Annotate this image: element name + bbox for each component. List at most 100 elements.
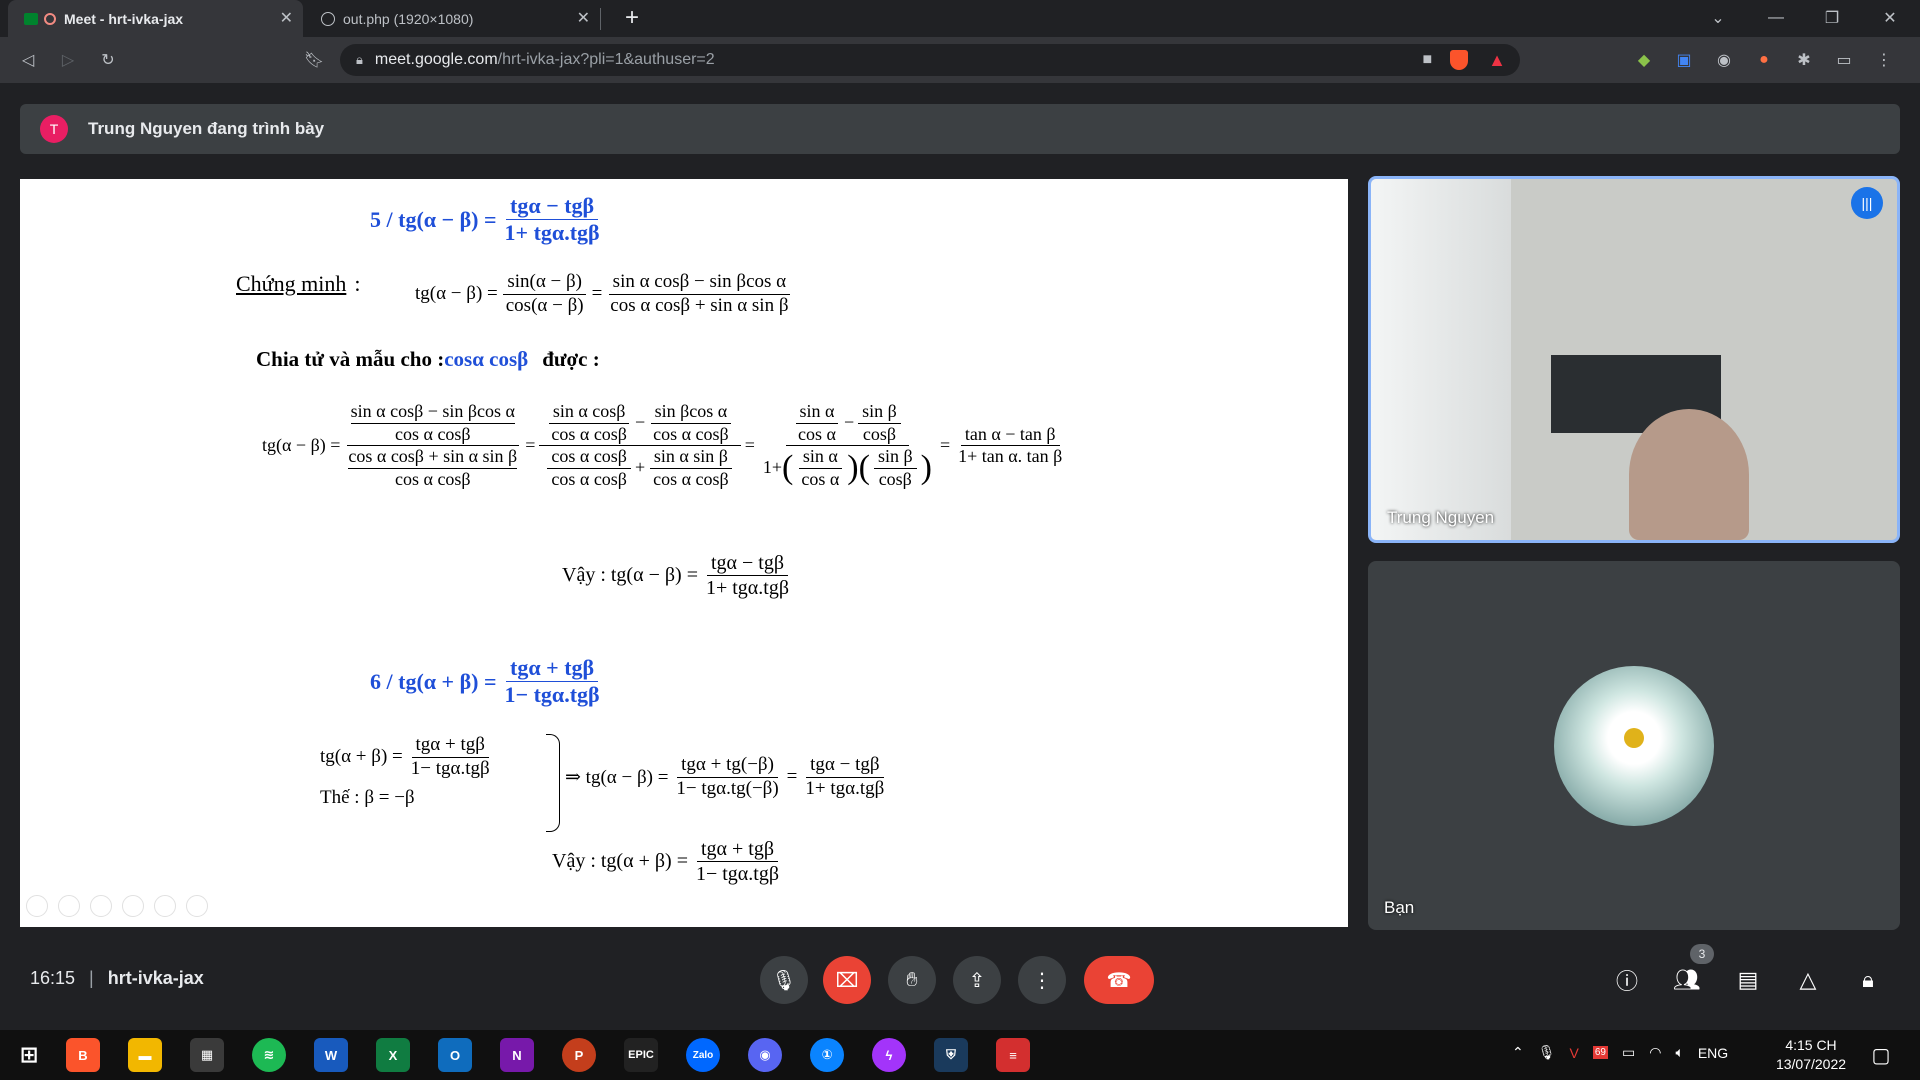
close-tab-icon[interactable]: ✕ bbox=[280, 8, 293, 28]
people-count-badge: 3 bbox=[1690, 944, 1714, 964]
big-c-top: sin α cos α − sin β cosβ bbox=[786, 401, 909, 447]
vay1-den: 1+ tgα.tgβ bbox=[705, 577, 790, 599]
excel-icon[interactable]: X bbox=[376, 1038, 410, 1072]
big-derivation: tg(α − β) = sin α cosβ − sin βcos α cos … bbox=[262, 401, 1070, 490]
recording-dot-icon bbox=[44, 12, 56, 25]
big-b4: cos α cosβ bbox=[653, 423, 729, 444]
zalo-icon[interactable]: Zalo bbox=[686, 1038, 720, 1072]
outlook-icon[interactable]: O bbox=[438, 1038, 472, 1072]
minus: − bbox=[843, 412, 855, 433]
discord-icon[interactable]: ◉ bbox=[748, 1038, 782, 1072]
tab-out-php[interactable]: out.php (1920×1080) ✕ bbox=[305, 0, 600, 37]
meet-favicon-icon bbox=[24, 12, 38, 25]
grammar-extension-icon[interactable]: ◉ bbox=[1712, 48, 1736, 72]
close-window-icon[interactable]: ✕ bbox=[1878, 6, 1902, 30]
raise-hand-button[interactable]: ✋︎ bbox=[888, 956, 936, 1004]
vay1-lhs: Vậy : tg(α − β) = bbox=[562, 564, 698, 586]
minimize-icon[interactable]: — bbox=[1764, 6, 1788, 30]
camera-off-icon: ⌧ bbox=[835, 969, 859, 992]
clock-date: 13/07/2022 bbox=[1775, 1056, 1847, 1072]
onenote-icon[interactable]: N bbox=[500, 1038, 534, 1072]
leave-call-button[interactable]: ☎︎ bbox=[1084, 956, 1154, 1004]
slide-pen-icon[interactable] bbox=[90, 895, 112, 917]
slide-more-icon[interactable] bbox=[186, 895, 208, 917]
close-tab-icon[interactable]: ✕ bbox=[577, 8, 590, 28]
powerpoint-icon[interactable]: P bbox=[562, 1038, 596, 1072]
reload-icon[interactable]: ↻ bbox=[96, 48, 120, 72]
tray-badge-69[interactable]: 69 bbox=[1592, 1046, 1608, 1059]
tray-mic-icon[interactable]: 🎙︎ bbox=[1538, 1044, 1556, 1061]
messenger-icon[interactable]: ϟ bbox=[872, 1038, 906, 1072]
big-d-den: 1+ tan α. tan β bbox=[958, 446, 1063, 467]
brave-browser-icon[interactable]: B bbox=[66, 1038, 100, 1072]
chat-icon[interactable]: ▤ bbox=[1736, 967, 1760, 992]
camera-off-button[interactable]: ⌧ bbox=[823, 956, 871, 1004]
volume-icon[interactable]: 🔈︎ bbox=[1675, 1044, 1683, 1061]
present-icon: ⇪ bbox=[968, 969, 986, 992]
tab-meet[interactable]: Meet - hrt-ivka-jax ✕ bbox=[8, 0, 303, 37]
spotify-icon[interactable]: ≋ bbox=[252, 1038, 286, 1072]
bookmark-icon[interactable]: 🔖︎ bbox=[302, 48, 326, 72]
vpn-shield-icon[interactable]: ⛨ bbox=[934, 1038, 968, 1072]
more-options-button[interactable]: ⋮ bbox=[1018, 956, 1066, 1004]
formula-5: 5 / tg(α − β) = tgα − tgβ 1+ tgα.tgβ bbox=[370, 193, 608, 247]
tray-app-icon[interactable]: V bbox=[1570, 1045, 1579, 1061]
chia-blue: cosα cosβ bbox=[444, 347, 529, 371]
google-translate-icon[interactable]: ▣ bbox=[1672, 48, 1696, 72]
1password-icon[interactable]: ① bbox=[810, 1038, 844, 1072]
microsoft-store-icon[interactable]: ▦ bbox=[190, 1038, 224, 1072]
extensions-puzzle-icon[interactable]: ✱ bbox=[1792, 48, 1816, 72]
language-indicator[interactable]: ENG bbox=[1698, 1045, 1728, 1061]
epic-games-icon[interactable]: EPIC bbox=[624, 1038, 658, 1072]
microphone-button[interactable]: 🎙︎ bbox=[760, 956, 808, 1004]
person-image bbox=[1629, 409, 1749, 540]
new-tab-icon[interactable]: + bbox=[620, 4, 644, 31]
people-icon[interactable]: 👥︎ bbox=[1673, 967, 1701, 992]
browser-menu-icon[interactable]: ⋮ bbox=[1872, 48, 1896, 72]
camera-blocked-icon[interactable]: ■ bbox=[1423, 51, 1433, 69]
extension-orange-icon[interactable]: ● bbox=[1752, 48, 1776, 72]
proof-line: tg(α − β) = sin(α − β) cos(α − β) = sin … bbox=[415, 271, 797, 318]
extensions-area: ◆ ▣ ◉ ● ✱ ▭ ⋮ bbox=[1632, 48, 1896, 72]
big-a1: sin α cosβ − sin βcos α bbox=[350, 401, 515, 424]
slide-zoom-icon[interactable] bbox=[154, 895, 176, 917]
tab-search-chevron-icon[interactable]: ⌄ bbox=[1706, 6, 1730, 30]
proof-f1-den: cos(α − β) bbox=[505, 294, 584, 316]
tab-divider bbox=[600, 8, 601, 30]
file-explorer-icon[interactable]: ▬ bbox=[128, 1038, 162, 1072]
windows-taskbar: ⊞ B ▬ ▦ ≋ W X O N P EPIC Zalo ◉ ① ϟ ⛨ ≡ … bbox=[0, 1030, 1920, 1080]
taskbar-clock[interactable]: 4:15 CH 13/07/2022 bbox=[1766, 1036, 1856, 1074]
meeting-details-icon[interactable]: ⓘ bbox=[1615, 968, 1639, 994]
formula-5-num: tgα − tgβ bbox=[506, 193, 599, 221]
notification-center-icon[interactable]: ▢ bbox=[1864, 1038, 1898, 1072]
proof-colon: : bbox=[354, 271, 361, 296]
big-b2: cos α cosβ bbox=[551, 423, 627, 444]
big-d-num: tan α − tan β bbox=[960, 424, 1060, 447]
expressvpn-icon[interactable]: ≡ bbox=[996, 1038, 1030, 1072]
extension-1-icon[interactable]: ◆ bbox=[1632, 48, 1656, 72]
big-b7: sin α sin β bbox=[649, 446, 732, 469]
big-c2b: cos α bbox=[801, 468, 840, 489]
host-controls-icon[interactable]: 🔒︎ bbox=[1856, 967, 1880, 992]
brave-shield-icon[interactable] bbox=[1450, 50, 1469, 70]
participant-tile-trung[interactable]: ||| Trung Nguyen bbox=[1368, 176, 1900, 543]
participant-tile-self[interactable]: Bạn bbox=[1368, 561, 1900, 930]
forward-icon[interactable]: ▷ bbox=[56, 48, 80, 72]
back-icon[interactable]: ◁ bbox=[16, 48, 40, 72]
address-bar[interactable]: 🔒︎ meet.google.com /hrt-ivka-jax?pli=1&a… bbox=[340, 44, 1520, 76]
slide-next-icon[interactable] bbox=[58, 895, 80, 917]
activities-icon[interactable]: △ bbox=[1796, 967, 1820, 992]
present-button[interactable]: ⇪ bbox=[953, 956, 1001, 1004]
wifi-icon[interactable]: ◠ bbox=[1649, 1044, 1661, 1061]
word-icon[interactable]: W bbox=[314, 1038, 348, 1072]
formula-5-lhs: 5 / tg(α − β) = bbox=[370, 206, 497, 232]
brave-rewards-icon[interactable]: ▲ bbox=[1488, 50, 1506, 71]
system-tray: ⌃ 🎙︎ V 69 ▭ ◠ 🔈︎ ENG bbox=[1512, 1044, 1728, 1061]
slide-grid-icon[interactable] bbox=[122, 895, 144, 917]
battery-icon[interactable]: ▭ bbox=[1622, 1044, 1635, 1061]
windows-start-icon[interactable]: ⊞ bbox=[12, 1038, 46, 1072]
tray-chevron-icon[interactable]: ⌃ bbox=[1512, 1044, 1524, 1061]
slide-prev-icon[interactable] bbox=[26, 895, 48, 917]
wallet-icon[interactable]: ▭ bbox=[1832, 48, 1856, 72]
restore-icon[interactable]: ❐ bbox=[1820, 6, 1844, 30]
